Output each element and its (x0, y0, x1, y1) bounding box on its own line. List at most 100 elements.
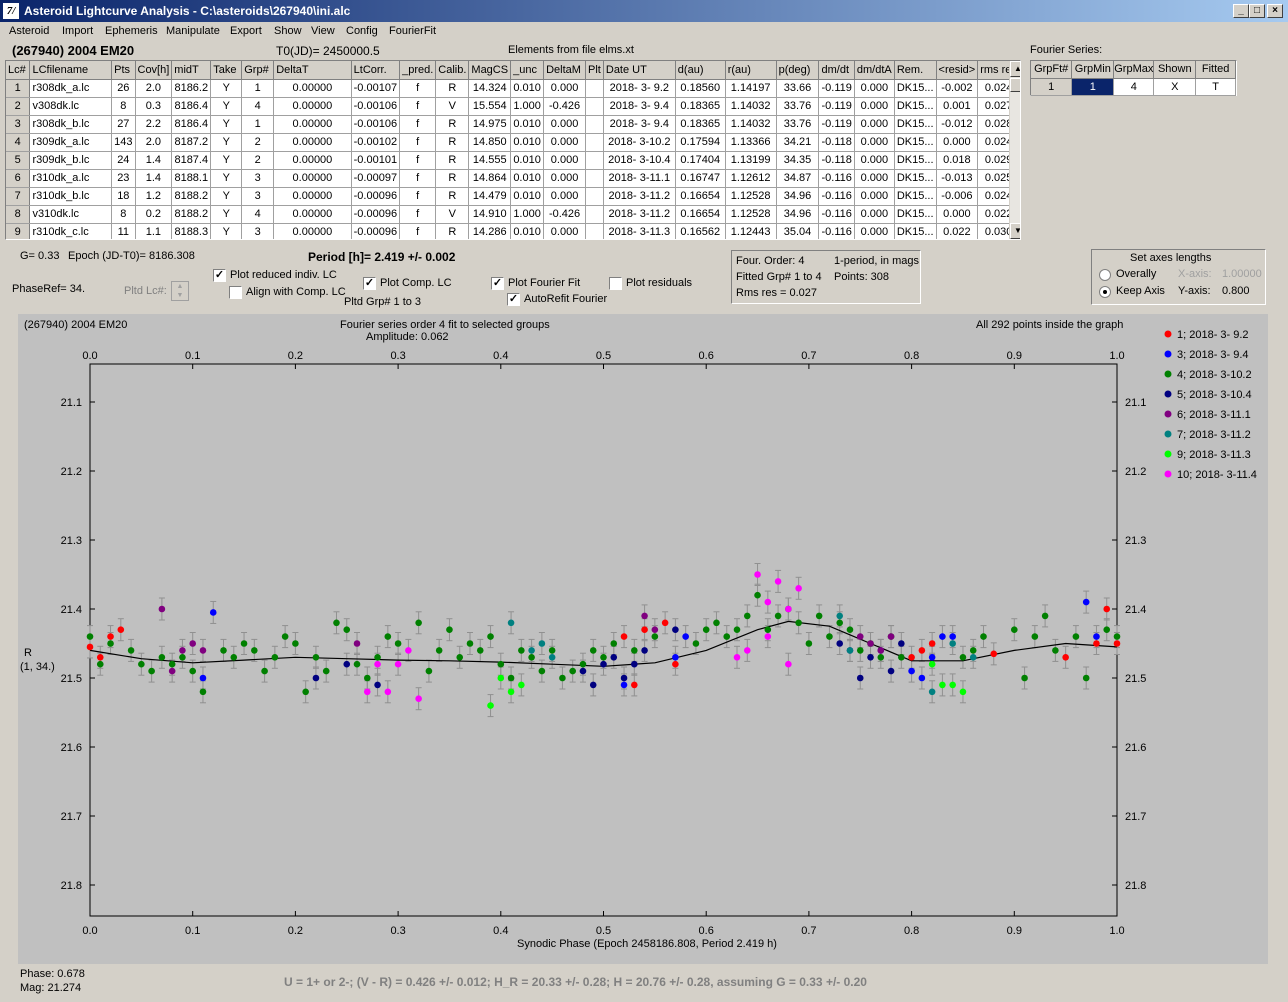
table-cell[interactable]: 1.13366 (725, 133, 777, 152)
table-cell[interactable] (585, 115, 604, 134)
table-cell[interactable]: Y (210, 223, 243, 239)
menu-show[interactable]: Show (274, 25, 302, 37)
table-cell[interactable]: 143 (111, 133, 136, 152)
row-number[interactable]: 7 (6, 187, 31, 206)
table-cell[interactable]: 0.000 (543, 187, 587, 206)
keep-axis-radio[interactable] (1099, 286, 1111, 298)
table-cell[interactable]: -0.00096 (351, 223, 401, 239)
table-cell[interactable] (585, 79, 604, 98)
table-cell[interactable]: 0.000 (543, 151, 587, 170)
table-cell[interactable]: 8187.2 (171, 133, 212, 152)
table-cell[interactable] (585, 151, 604, 170)
table-cell[interactable]: 2 (241, 133, 275, 152)
table-cell[interactable]: 2018- 3-11.3 (603, 223, 676, 239)
table-cell[interactable]: 2018- 3-11.2 (603, 205, 676, 224)
table-cell[interactable]: 0.010 (510, 79, 545, 98)
table-row[interactable]: 5 r309dk_b.lc 24 1.4 8187.4 Y 2 0.00000 -0.00101… (6, 151, 1020, 170)
table-cell[interactable]: 14.850 (468, 133, 512, 152)
table-cell[interactable]: 1.13199 (725, 151, 777, 170)
table-cell[interactable]: R (435, 115, 470, 134)
table-cell[interactable]: f (399, 151, 437, 170)
table-cell[interactable]: r309dk_b.lc (29, 151, 113, 170)
table-cell[interactable]: r308dk_b.lc (29, 115, 113, 134)
table-cell[interactable]: R (435, 223, 470, 239)
table-cell[interactable]: f (399, 79, 437, 98)
table-cell[interactable]: 0.000 (854, 187, 895, 206)
table-cell[interactable]: 2.0 (135, 79, 173, 98)
plot-comp-checkbox[interactable]: ✓ (363, 277, 376, 290)
table-cell[interactable]: 8 (111, 97, 136, 116)
table-cell[interactable]: 34.96 (776, 205, 820, 224)
table-cell[interactable]: V (435, 97, 470, 116)
table-cell[interactable]: 18 (111, 187, 136, 206)
table-cell[interactable]: -0.116 (818, 223, 855, 239)
table-cell[interactable]: 0.00000 (273, 133, 352, 152)
table-cell[interactable]: Y (210, 133, 243, 152)
table-cell[interactable]: 1 (241, 115, 275, 134)
plot-residuals-checkbox[interactable] (609, 277, 622, 290)
table-cell[interactable]: 1.000 (510, 97, 545, 116)
table-cell[interactable]: 0.000 (543, 223, 587, 239)
table-cell[interactable]: 34.96 (776, 187, 820, 206)
table-cell[interactable]: 0.18365 (675, 115, 726, 134)
table-cell[interactable] (585, 169, 604, 188)
table-cell[interactable]: 14.975 (468, 115, 512, 134)
table-cell[interactable]: 0.00000 (273, 169, 352, 188)
table-cell[interactable]: -0.00102 (351, 133, 401, 152)
close-button[interactable]: × (1267, 4, 1283, 18)
row-number[interactable]: 5 (6, 151, 31, 170)
table-cell[interactable]: -0.013 (936, 169, 979, 188)
table-cell[interactable]: 14.324 (468, 79, 512, 98)
table-row[interactable]: 6 r310dk_a.lc 23 1.4 8188.1 Y 3 0.00000 -0.00097… (6, 169, 1020, 188)
menu-ephemeris[interactable]: Ephemeris (105, 25, 158, 37)
table-cell[interactable]: 1.12528 (725, 205, 777, 224)
scroll-up-icon[interactable]: ▲ (1010, 61, 1020, 77)
table-cell[interactable]: 8188.2 (171, 205, 212, 224)
table-cell[interactable]: 1.12443 (725, 223, 777, 239)
table-cell[interactable]: -0.118 (818, 133, 855, 152)
table-cell[interactable]: 2018- 3- 9.2 (603, 79, 676, 98)
fourier-grpmax-cell[interactable]: 4 (1113, 78, 1155, 96)
table-cell[interactable]: v310dk.lc (29, 205, 113, 224)
menu-export[interactable]: Export (230, 25, 262, 37)
table-cell[interactable]: 0.3 (135, 97, 173, 116)
menu-manipulate[interactable]: Manipulate (166, 25, 220, 37)
table-cell[interactable]: DK15... (894, 205, 937, 224)
table-cell[interactable]: Y (210, 97, 243, 116)
table-cell[interactable]: 0.000 (854, 97, 895, 116)
table-cell[interactable]: -0.116 (818, 169, 855, 188)
table-scrollbar[interactable]: ▲ ▼ (1009, 61, 1020, 239)
table-cell[interactable]: -0.00096 (351, 205, 401, 224)
table-cell[interactable]: R (435, 133, 470, 152)
table-cell[interactable]: 8188.1 (171, 169, 212, 188)
table-cell[interactable]: 0.010 (510, 187, 545, 206)
table-cell[interactable]: 8 (111, 205, 136, 224)
table-cell[interactable]: 2 (241, 151, 275, 170)
table-cell[interactable]: 0.000 (854, 115, 895, 134)
table-cell[interactable]: 2018- 3- 9.4 (603, 115, 676, 134)
table-cell[interactable]: 0.2 (135, 205, 173, 224)
autorefit-checkbox[interactable]: ✓ (507, 293, 520, 306)
table-cell[interactable]: f (399, 205, 437, 224)
row-number[interactable]: 9 (6, 223, 31, 239)
table-cell[interactable]: 0.000 (854, 79, 895, 98)
table-cell[interactable]: -0.426 (543, 205, 587, 224)
table-cell[interactable]: 33.76 (776, 115, 820, 134)
table-cell[interactable]: -0.116 (818, 187, 855, 206)
table-cell[interactable]: Y (210, 115, 243, 134)
table-cell[interactable]: 0.00000 (273, 187, 352, 206)
table-cell[interactable]: DK15... (894, 133, 937, 152)
table-cell[interactable]: r310dk_b.lc (29, 187, 113, 206)
table-cell[interactable]: 0.00000 (273, 205, 352, 224)
table-cell[interactable]: -0.00096 (351, 187, 401, 206)
table-cell[interactable]: 1.4 (135, 169, 173, 188)
table-cell[interactable]: 33.76 (776, 97, 820, 116)
minimize-button[interactable]: _ (1233, 4, 1249, 18)
table-cell[interactable]: 8186.4 (171, 115, 212, 134)
table-cell[interactable]: 4 (241, 205, 275, 224)
table-cell[interactable]: 0.16562 (675, 223, 726, 239)
pltd-lc-spinner[interactable]: ▲ ▼ (171, 281, 189, 301)
table-cell[interactable]: -0.118 (818, 151, 855, 170)
table-cell[interactable]: 0.000 (543, 133, 587, 152)
table-cell[interactable]: 0.000 (543, 169, 587, 188)
